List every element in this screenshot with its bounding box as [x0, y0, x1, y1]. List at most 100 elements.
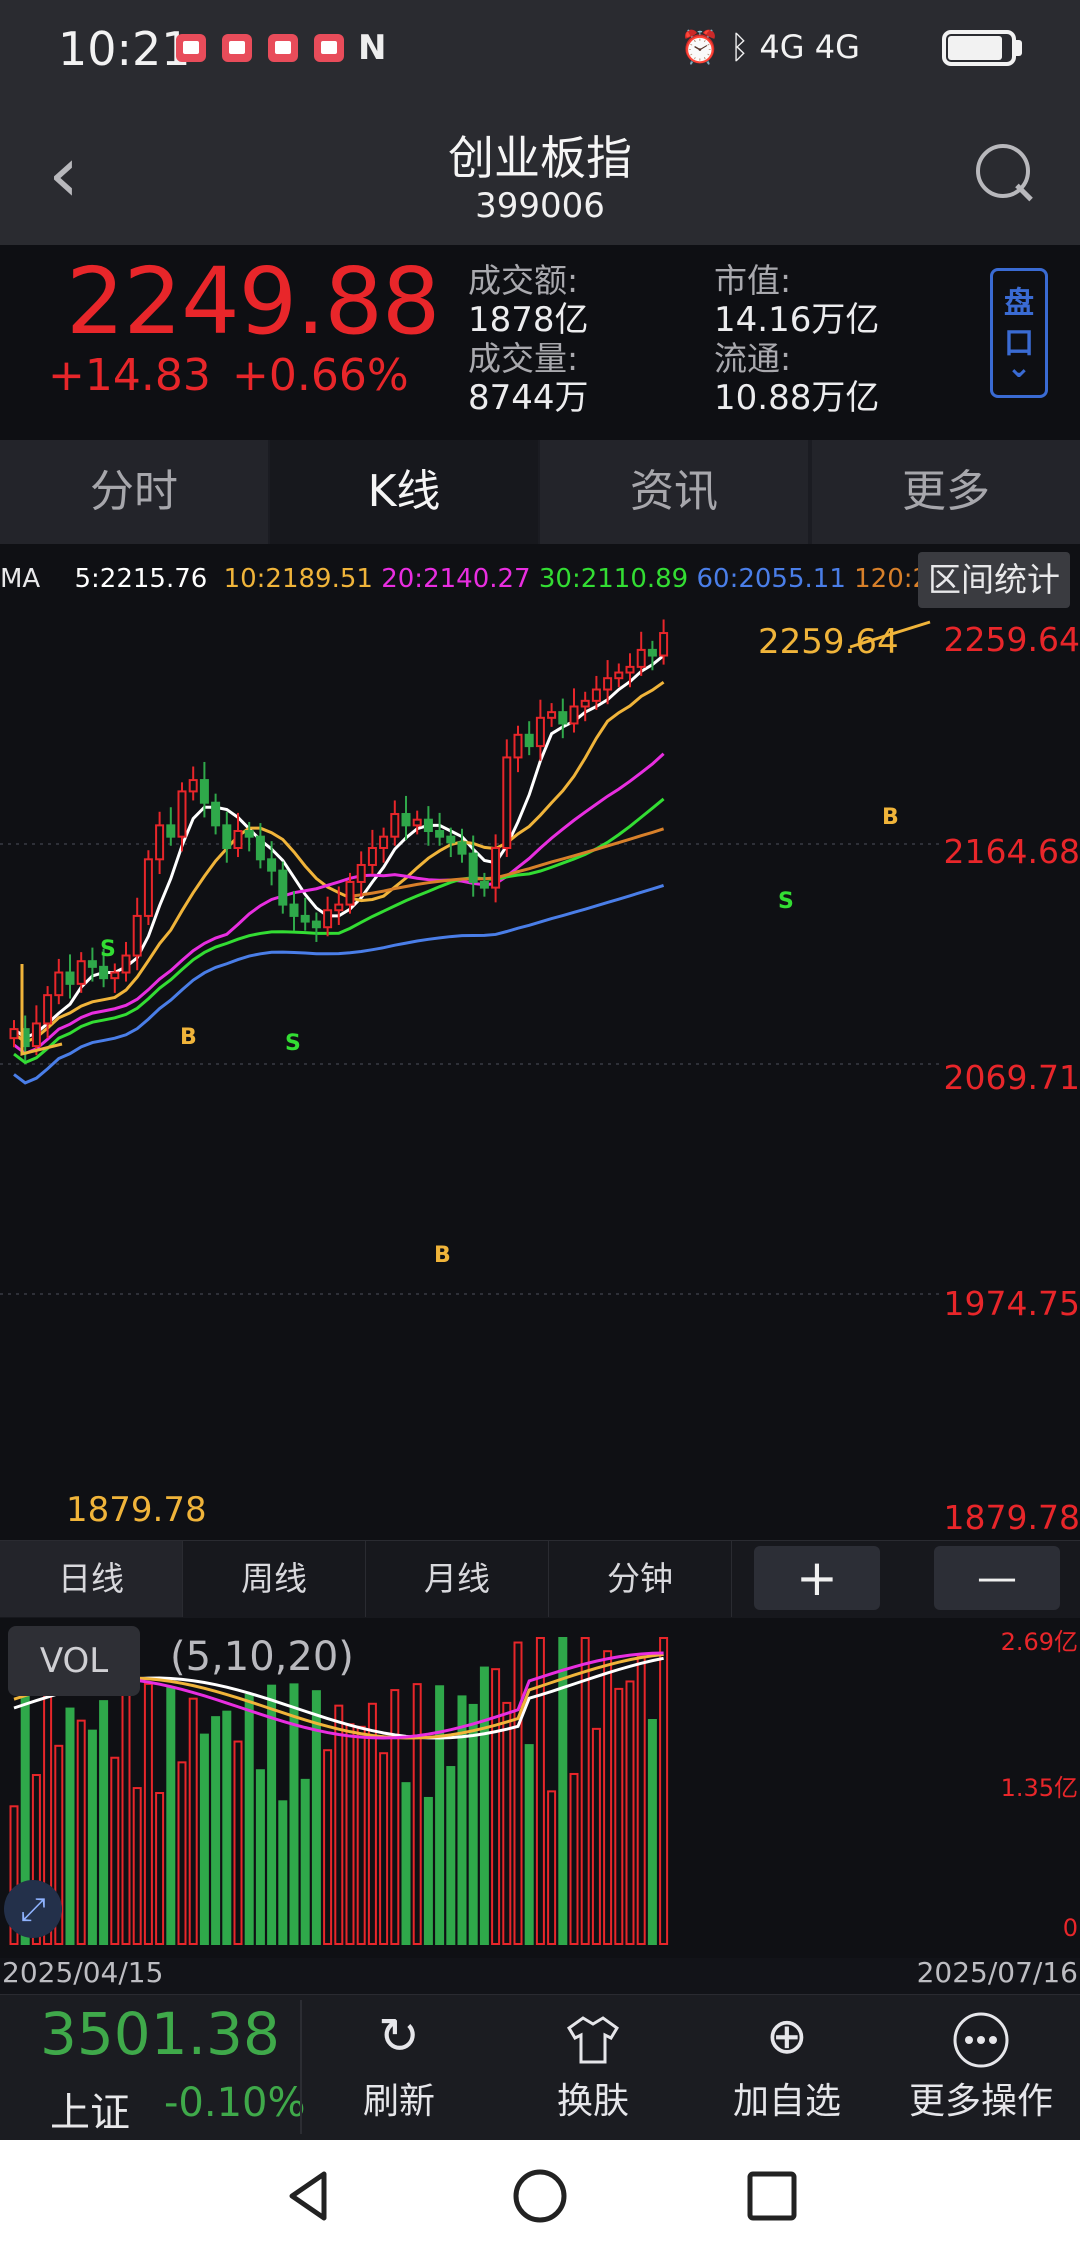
- signal-label: S: [285, 1031, 301, 1056]
- candle: [569, 705, 579, 725]
- volume-bar: [423, 1796, 433, 1945]
- volume-bar: [625, 1680, 635, 1946]
- candle: [155, 824, 165, 861]
- candle: [625, 665, 635, 674]
- price-change: +14.83: [48, 350, 211, 401]
- refresh-button[interactable]: ↻ 刷新: [324, 2000, 474, 2130]
- candle: [345, 880, 355, 906]
- zoom-in-button[interactable]: +: [754, 1546, 880, 1610]
- candle: [468, 852, 478, 883]
- volume-bar: [300, 1778, 310, 1945]
- candle: [121, 954, 131, 974]
- volume-bar: [513, 1641, 523, 1946]
- pankou-label-1: 盘: [1004, 286, 1034, 321]
- nav-home-icon[interactable]: [510, 2166, 570, 2226]
- volume-bar: [524, 1744, 534, 1945]
- volume-bar: [603, 1650, 613, 1945]
- period-monthly[interactable]: 月线: [366, 1541, 549, 1617]
- signal-label: B: [180, 1025, 197, 1050]
- volume-bar: [591, 1727, 601, 1945]
- volume-bar: [468, 1703, 478, 1945]
- notification-icon: [314, 34, 344, 62]
- shirt-icon: [518, 2000, 668, 2072]
- tab-timeshare[interactable]: 分时: [0, 440, 268, 544]
- volume-bar: [547, 1790, 557, 1945]
- volume-bar: [502, 1701, 512, 1945]
- volume-bar: [323, 1749, 333, 1945]
- volume-bar: [211, 1716, 221, 1946]
- candle: [367, 846, 377, 866]
- status-icons: ⏰ ᛒ 4G 4G: [680, 28, 860, 66]
- candle: [535, 716, 545, 748]
- stock-code: 399006: [475, 186, 605, 226]
- tab-kline[interactable]: K线: [270, 440, 538, 544]
- candle: [390, 813, 400, 838]
- candle: [54, 971, 64, 997]
- volume-bar: [155, 1792, 165, 1945]
- notification-icon: [222, 34, 252, 62]
- tab-more[interactable]: 更多: [812, 440, 1080, 544]
- price-axis-label: 1974.75: [943, 1284, 1080, 1323]
- volume-bar: [244, 1693, 254, 1945]
- volume-bar: [435, 1685, 445, 1945]
- zoom-out-button[interactable]: —: [934, 1546, 1060, 1610]
- candle: [132, 914, 142, 957]
- candle: [110, 971, 120, 980]
- volume-bar: [255, 1769, 265, 1945]
- volume-bar: [558, 1637, 568, 1945]
- candle: [636, 648, 646, 668]
- period-daily[interactable]: 日线: [0, 1541, 183, 1617]
- skin-button[interactable]: 换肤: [518, 2000, 668, 2130]
- refresh-label: 刷新: [362, 2081, 435, 2122]
- status-time: 10:21: [58, 22, 191, 76]
- candle: [278, 869, 288, 906]
- period-weekly[interactable]: 周线: [183, 1541, 366, 1617]
- shanghai-index-pct: -0.10%: [164, 2080, 306, 2126]
- period-minute[interactable]: 分钟: [549, 1541, 732, 1617]
- more-actions-button[interactable]: 更多操作: [906, 2000, 1056, 2130]
- candle: [65, 971, 75, 985]
- divider: [300, 2000, 302, 2134]
- vol-params: (5,10,20): [170, 1634, 354, 1680]
- float-value: 10.88万亿: [714, 378, 880, 418]
- low-annotation: 1879.78: [66, 1490, 207, 1530]
- candle: [143, 858, 153, 917]
- candle: [9, 1028, 19, 1040]
- vol-axis-label: 0: [1062, 1914, 1078, 1942]
- candle: [76, 960, 86, 985]
- nav-recents-icon[interactable]: [742, 2166, 802, 2226]
- volume-bar: [143, 1682, 153, 1945]
- candle: [401, 813, 411, 827]
- volume-svg: [9, 1637, 669, 1946]
- add-watchlist-button[interactable]: ⊕ 加自选: [712, 2000, 862, 2130]
- signal-label: S: [100, 937, 116, 962]
- volume-bar: [177, 1761, 187, 1945]
- candle: [446, 835, 456, 844]
- notification-icon: [268, 34, 298, 62]
- volume-bar: [334, 1704, 344, 1945]
- candle: [211, 801, 221, 827]
- candle: [423, 818, 433, 833]
- vol-indicator-button[interactable]: VOL: [8, 1626, 140, 1696]
- shanghai-index-price[interactable]: 3501.38: [40, 2000, 280, 2068]
- price-axis-label: 2164.68: [943, 832, 1080, 871]
- tab-news[interactable]: 资讯: [540, 440, 808, 544]
- candle: [513, 733, 523, 759]
- start-date: 2025/04/15: [2, 1956, 164, 1989]
- shanghai-index-name: 上证: [50, 2090, 130, 2136]
- nav-back-icon[interactable]: [280, 2166, 340, 2226]
- volume-value: 8744万: [468, 378, 589, 418]
- candle: [502, 756, 512, 849]
- volume-bar: [87, 1729, 97, 1945]
- expand-icon[interactable]: ⤢: [4, 1880, 62, 1938]
- candle: [177, 790, 187, 838]
- candle: [199, 779, 209, 804]
- price-axis-label: 2069.71: [943, 1058, 1080, 1097]
- volume-bar: [367, 1702, 377, 1945]
- end-date: 2025/07/16: [916, 1956, 1078, 1989]
- candle: [647, 648, 657, 657]
- volume-bar: [121, 1687, 131, 1945]
- more-actions-label: 更多操作: [908, 2081, 1053, 2122]
- chevron-down-icon: ⌄: [1006, 350, 1032, 385]
- volume-bar: [379, 1752, 389, 1945]
